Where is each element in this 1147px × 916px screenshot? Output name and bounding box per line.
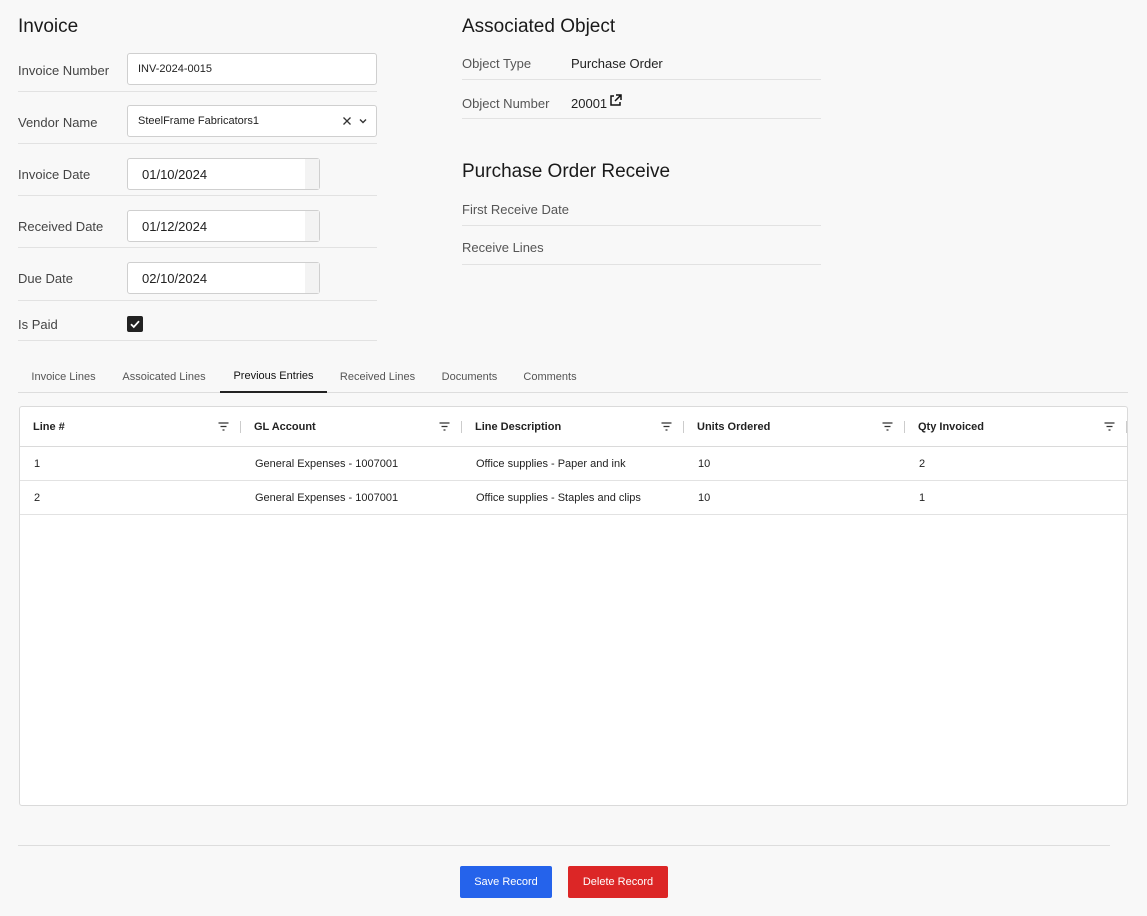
footer-divider	[18, 845, 1110, 846]
cell-gl-account: General Expenses - 1007001	[255, 492, 399, 504]
po-receive-title: Purchase Order Receive	[462, 161, 671, 182]
chevron-down-icon[interactable]	[358, 114, 368, 129]
table-row[interactable]: 1 General Expenses - 1007001 Office supp…	[20, 447, 1127, 481]
column-header-label: Units Ordered	[697, 421, 771, 433]
calendar-icon[interactable]	[305, 211, 319, 241]
is-paid-checkbox[interactable]	[127, 316, 143, 332]
received-date-row: Received Date 01/12/2024	[18, 196, 377, 248]
x-icon[interactable]	[342, 114, 352, 129]
previous-entries-grid: Line # GL Account Line Description Units…	[19, 406, 1128, 806]
column-header-units-ordered[interactable]: Units Ordered	[684, 407, 905, 447]
table-row[interactable]: 2 General Expenses - 1007001 Office supp…	[20, 481, 1127, 515]
vendor-name-select[interactable]: SteelFrame Fabricators1	[127, 105, 377, 137]
due-date-value: 02/10/2024	[142, 270, 208, 286]
is-paid-row: Is Paid	[18, 301, 377, 341]
invoice-date-label: Invoice Date	[18, 167, 91, 182]
associated-object-title: Associated Object	[462, 16, 616, 37]
column-header-line-description[interactable]: Line Description	[462, 407, 684, 447]
column-header-label: GL Account	[254, 421, 316, 433]
column-header-gl-account[interactable]: GL Account	[241, 407, 462, 447]
delete-record-button[interactable]: Delete Record	[568, 866, 668, 898]
receive-lines-label: Receive Lines	[462, 240, 544, 255]
check-icon	[130, 320, 140, 329]
invoice-date-field[interactable]: 01/10/2024	[127, 158, 320, 190]
cell-line-number: 1	[34, 458, 41, 470]
filter-icon[interactable]	[882, 421, 893, 432]
column-header-line-number[interactable]: Line #	[20, 407, 241, 447]
object-type-row: Object Type Purchase Order	[462, 47, 821, 80]
cell-gl-account: General Expenses - 1007001	[255, 458, 399, 470]
cell-qty-invoiced: 2	[919, 458, 926, 470]
first-receive-date-row: First Receive Date	[462, 193, 821, 226]
due-date-field[interactable]: 02/10/2024	[127, 262, 320, 294]
column-header-label: Line Description	[475, 421, 562, 433]
received-date-value: 01/12/2024	[142, 218, 208, 234]
object-number-row: Object Number 20001	[462, 80, 821, 119]
column-header-label: Line #	[33, 421, 65, 433]
invoice-number-row: Invoice Number INV-2024-0015	[18, 47, 377, 92]
column-header-qty-invoiced[interactable]: Qty Invoiced	[905, 407, 1127, 447]
vendor-name-row: Vendor Name SteelFrame Fabricators1	[18, 92, 377, 144]
tab-comments[interactable]: Comments	[511, 360, 589, 393]
object-number-label: Object Number	[462, 96, 550, 111]
filter-icon[interactable]	[661, 421, 672, 432]
tab-previous-entries[interactable]: Previous Entries	[220, 360, 327, 393]
invoice-number-label: Invoice Number	[18, 63, 110, 78]
invoice-title: Invoice	[18, 16, 79, 37]
tab-received-lines[interactable]: Received Lines	[327, 360, 428, 393]
first-receive-date-label: First Receive Date	[462, 202, 569, 217]
cell-qty-invoiced: 1	[919, 492, 926, 504]
object-number-value: 20001	[571, 96, 608, 111]
object-number-link[interactable]: 20001	[571, 94, 622, 111]
cell-line-description: Office supplies - Staples and clips	[476, 492, 641, 504]
vendor-name-value: SteelFrame Fabricators1	[138, 115, 260, 127]
object-type-value: Purchase Order	[571, 56, 663, 71]
cell-units-ordered: 10	[698, 458, 711, 470]
external-link-icon[interactable]	[609, 94, 622, 107]
invoice-number-field[interactable]: INV-2024-0015	[127, 53, 377, 85]
invoice-date-row: Invoice Date 01/10/2024	[18, 144, 377, 196]
received-date-field[interactable]: 01/12/2024	[127, 210, 320, 242]
received-date-label: Received Date	[18, 219, 104, 234]
vendor-name-label: Vendor Name	[18, 115, 98, 130]
calendar-icon[interactable]	[305, 159, 319, 189]
due-date-label: Due Date	[18, 271, 73, 286]
calendar-icon[interactable]	[305, 263, 319, 293]
grid-header: Line # GL Account Line Description Units…	[20, 407, 1127, 447]
column-separator[interactable]	[1126, 421, 1127, 433]
filter-icon[interactable]	[218, 421, 229, 432]
cell-units-ordered: 10	[698, 492, 711, 504]
is-paid-label: Is Paid	[18, 317, 58, 332]
filter-icon[interactable]	[1104, 421, 1115, 432]
tab-documents[interactable]: Documents	[428, 360, 511, 393]
column-header-label: Qty Invoiced	[918, 421, 985, 433]
save-record-button[interactable]: Save Record	[460, 866, 552, 898]
cell-line-number: 2	[34, 492, 41, 504]
tab-invoice-lines[interactable]: Invoice Lines	[18, 360, 109, 393]
receive-lines-row: Receive Lines	[462, 226, 821, 265]
invoice-date-value: 01/10/2024	[142, 166, 208, 182]
tab-assoicated-lines[interactable]: Assoicated Lines	[109, 360, 219, 393]
due-date-row: Due Date 02/10/2024	[18, 248, 377, 301]
invoice-number-value: INV-2024-0015	[138, 63, 212, 75]
object-type-label: Object Type	[462, 56, 532, 71]
filter-icon[interactable]	[439, 421, 450, 432]
tab-bar: Invoice Lines Assoicated Lines Previous …	[18, 360, 1128, 393]
cell-line-description: Office supplies - Paper and ink	[476, 458, 626, 470]
